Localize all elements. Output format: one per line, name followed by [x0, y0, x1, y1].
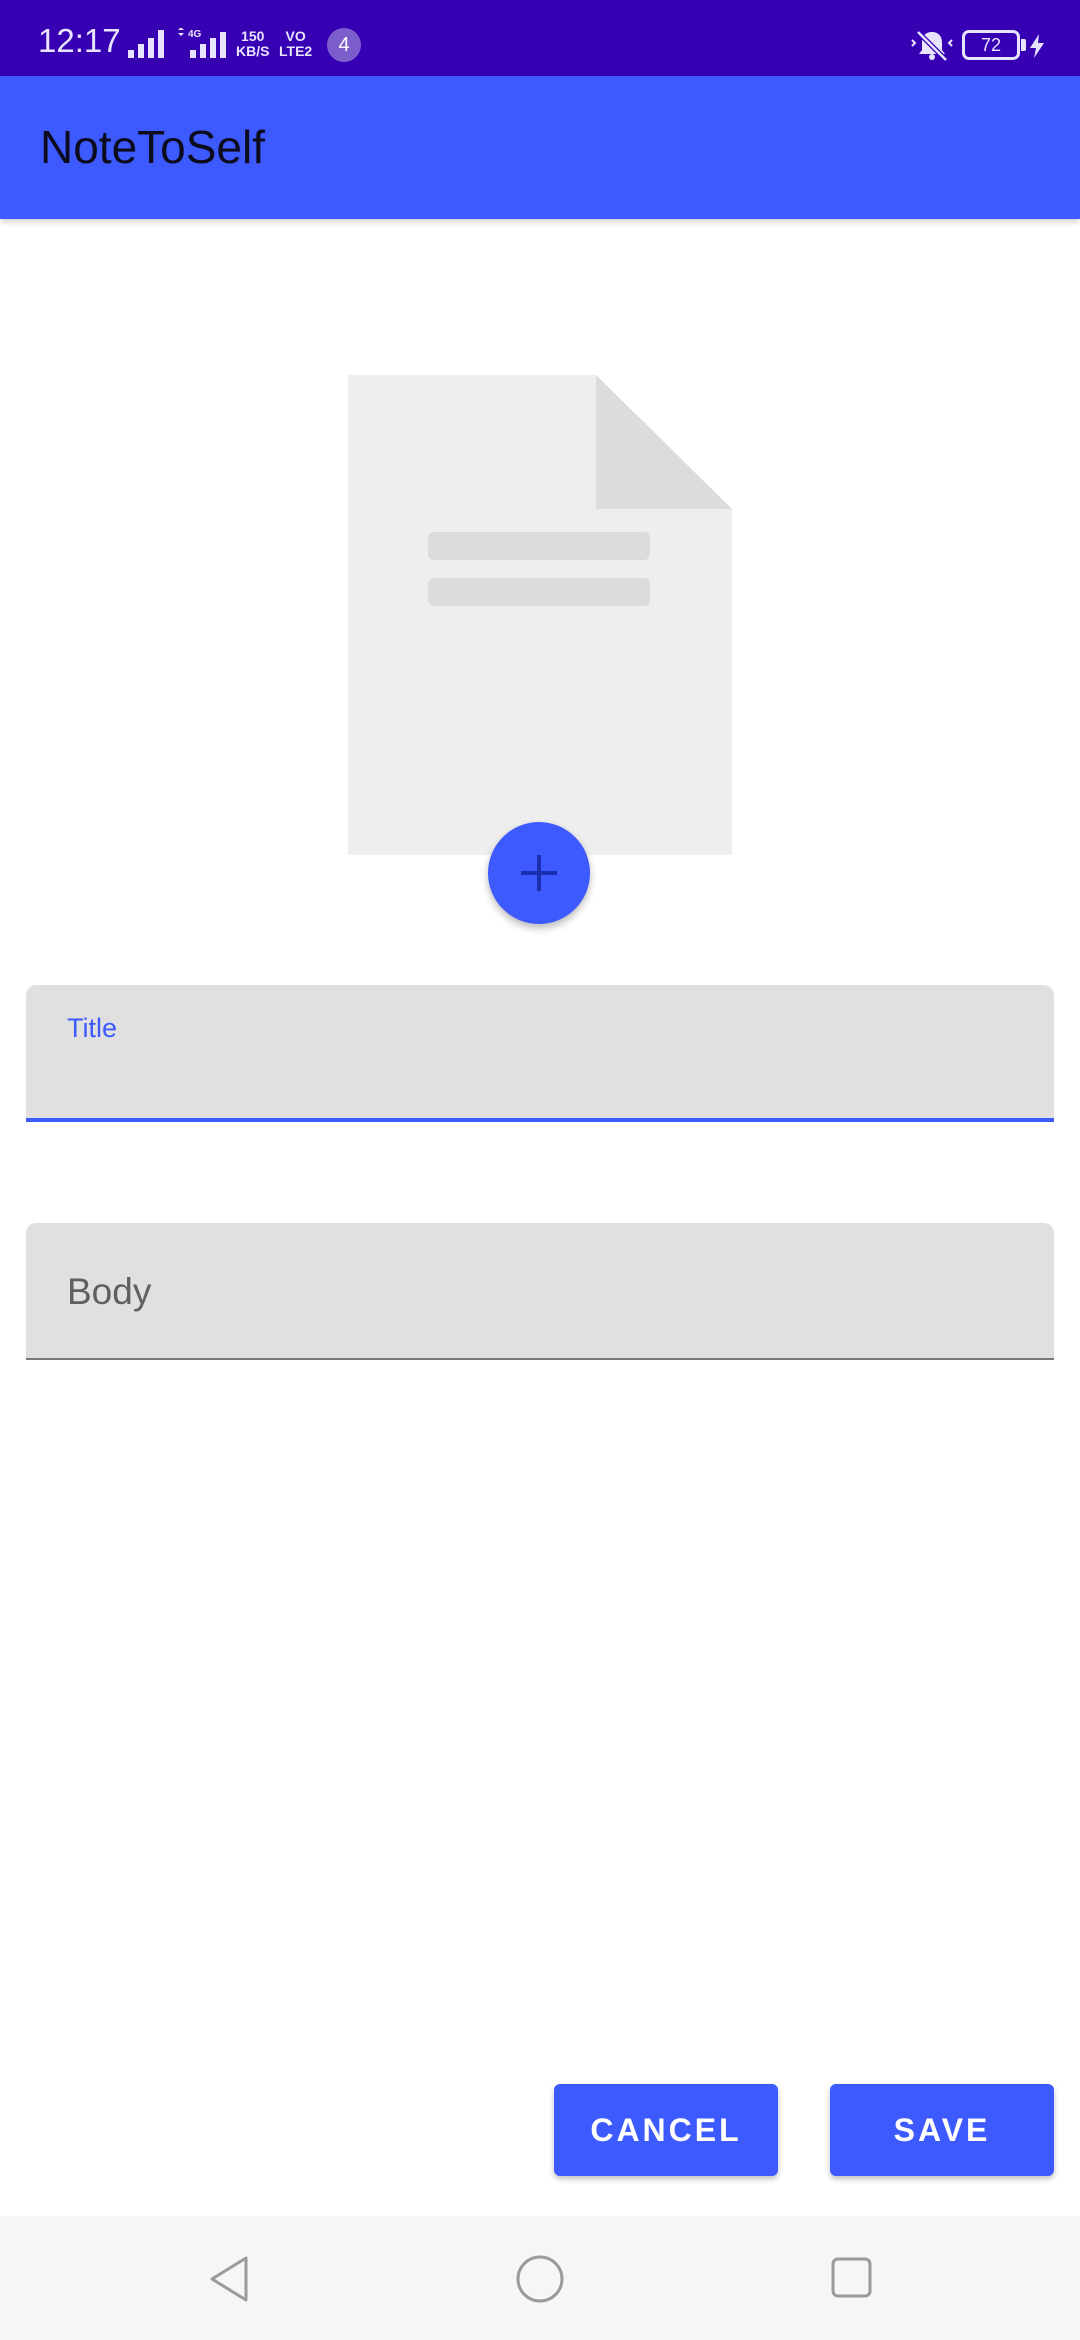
plus-icon: [521, 855, 557, 891]
volte-top: VO: [285, 28, 306, 44]
add-image-button[interactable]: [488, 822, 590, 924]
battery-tip: [1021, 39, 1026, 51]
navigation-bar: [0, 2216, 1080, 2340]
notification-badge: 4: [327, 28, 361, 62]
status-bar: 12:17 4G 150 KB/S VO LTE2 4 72: [0, 0, 1080, 76]
network-type-label: 4G: [188, 29, 202, 40]
volte-bottom: LTE2: [279, 43, 313, 59]
document-placeholder-icon: [348, 375, 732, 855]
body-field[interactable]: Body: [26, 1223, 1054, 1360]
speed-unit: KB/S: [236, 43, 270, 59]
save-button[interactable]: SAVE: [830, 2084, 1054, 2176]
charging-icon: [1030, 34, 1044, 58]
cancel-button[interactable]: CANCEL: [554, 2084, 778, 2176]
network-speed: 150 KB/S: [236, 29, 269, 59]
mute-icon: [911, 30, 953, 62]
home-icon[interactable]: [515, 2254, 565, 2304]
signal-4g-icon: 4G: [178, 28, 226, 58]
battery-icon: 72: [962, 30, 1020, 60]
speed-value: 150: [241, 28, 265, 44]
app-bar: NoteToSelf: [0, 76, 1080, 219]
title-field-label: Title: [67, 1013, 118, 1043]
status-time: 12:17: [38, 22, 121, 59]
volte-indicator: VO LTE2: [279, 29, 312, 59]
app-title: NoteToSelf: [40, 121, 266, 173]
signal-icon: [128, 30, 164, 58]
recents-icon[interactable]: [830, 2256, 874, 2300]
title-field[interactable]: Title: [26, 985, 1054, 1122]
back-icon[interactable]: [206, 2254, 252, 2304]
body-field-label: Body: [67, 1271, 152, 1312]
screen: 12:17 4G 150 KB/S VO LTE2 4 72 NoteToSel…: [0, 0, 1080, 2340]
